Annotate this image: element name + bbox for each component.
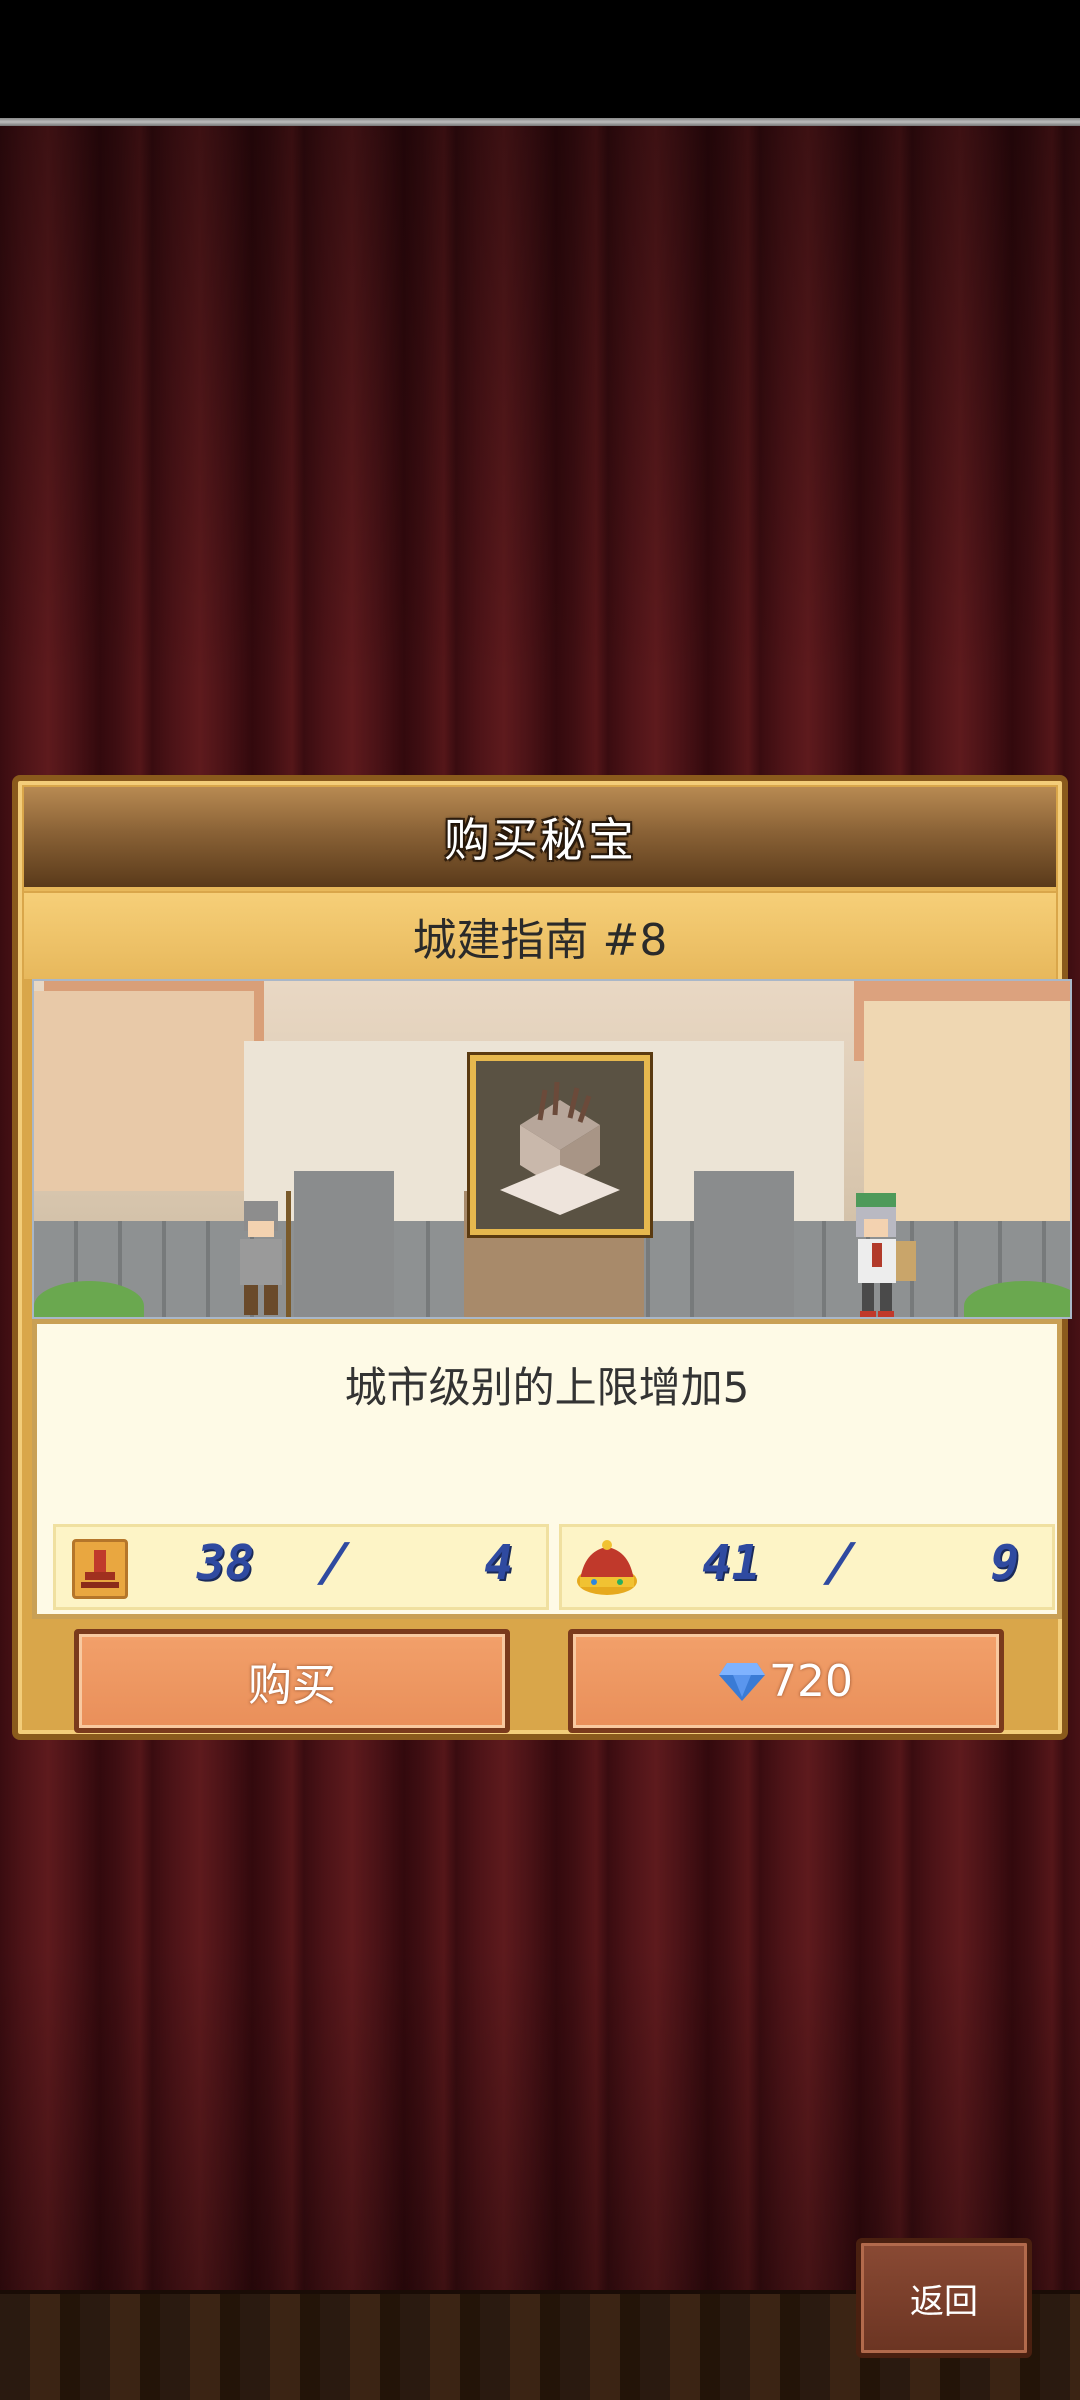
dialog-title: 购买秘宝 bbox=[444, 813, 636, 867]
stat-trophy-separator: / bbox=[312, 1533, 355, 1593]
item-description: 城市级别的上限增加5 bbox=[344, 1363, 750, 1412]
item-name: 城建指南 #8 bbox=[412, 915, 668, 966]
stat-crown-required: 9 bbox=[985, 1535, 1024, 1591]
stone-pedestal-icon bbox=[500, 1081, 620, 1215]
house-left bbox=[34, 991, 254, 1191]
purchase-treasure-dialog: 购买秘宝 城建指南 #8 城市级别的上限增加5 38 / 4 41 / 9 购买… bbox=[12, 775, 1072, 1740]
crown-icon bbox=[577, 1540, 637, 1595]
item-name-bar: 城建指南 #8 bbox=[24, 893, 1056, 979]
tower-left bbox=[294, 1171, 394, 1317]
house-right bbox=[864, 1001, 1070, 1221]
town-scene-illustration bbox=[32, 979, 1072, 1319]
buy-button[interactable]: 购买 bbox=[74, 1629, 510, 1733]
stat-crown-box: 41 / 9 bbox=[559, 1524, 1055, 1610]
stat-trophy-box: 38 / 4 bbox=[53, 1524, 549, 1610]
status-bar bbox=[0, 0, 1080, 122]
stat-crown-separator: / bbox=[818, 1533, 861, 1593]
traveler-sprite bbox=[856, 1193, 916, 1317]
gem-purchase-button[interactable]: 720 bbox=[568, 1629, 1004, 1733]
trophy-icon bbox=[72, 1539, 128, 1599]
stat-trophy-current: 38 bbox=[191, 1535, 259, 1591]
stat-trophy-required: 4 bbox=[479, 1535, 518, 1591]
back-button-label: 返回 bbox=[910, 2281, 978, 2322]
stat-crown-current: 41 bbox=[697, 1535, 765, 1591]
diamond-icon bbox=[719, 1663, 765, 1701]
back-button[interactable]: 返回 bbox=[856, 2238, 1032, 2358]
soldier-sprite bbox=[240, 1191, 291, 1317]
buy-button-label: 购买 bbox=[248, 1660, 336, 1711]
status-bar-divider bbox=[0, 118, 1080, 126]
tower-right bbox=[694, 1171, 794, 1317]
item-icon-frame bbox=[470, 1055, 650, 1235]
description-panel: 城市级别的上限增加5 38 / 4 41 / 9 bbox=[32, 1319, 1062, 1619]
dialog-header: 购买秘宝 bbox=[24, 787, 1056, 891]
gem-price: 720 bbox=[769, 1655, 853, 1707]
